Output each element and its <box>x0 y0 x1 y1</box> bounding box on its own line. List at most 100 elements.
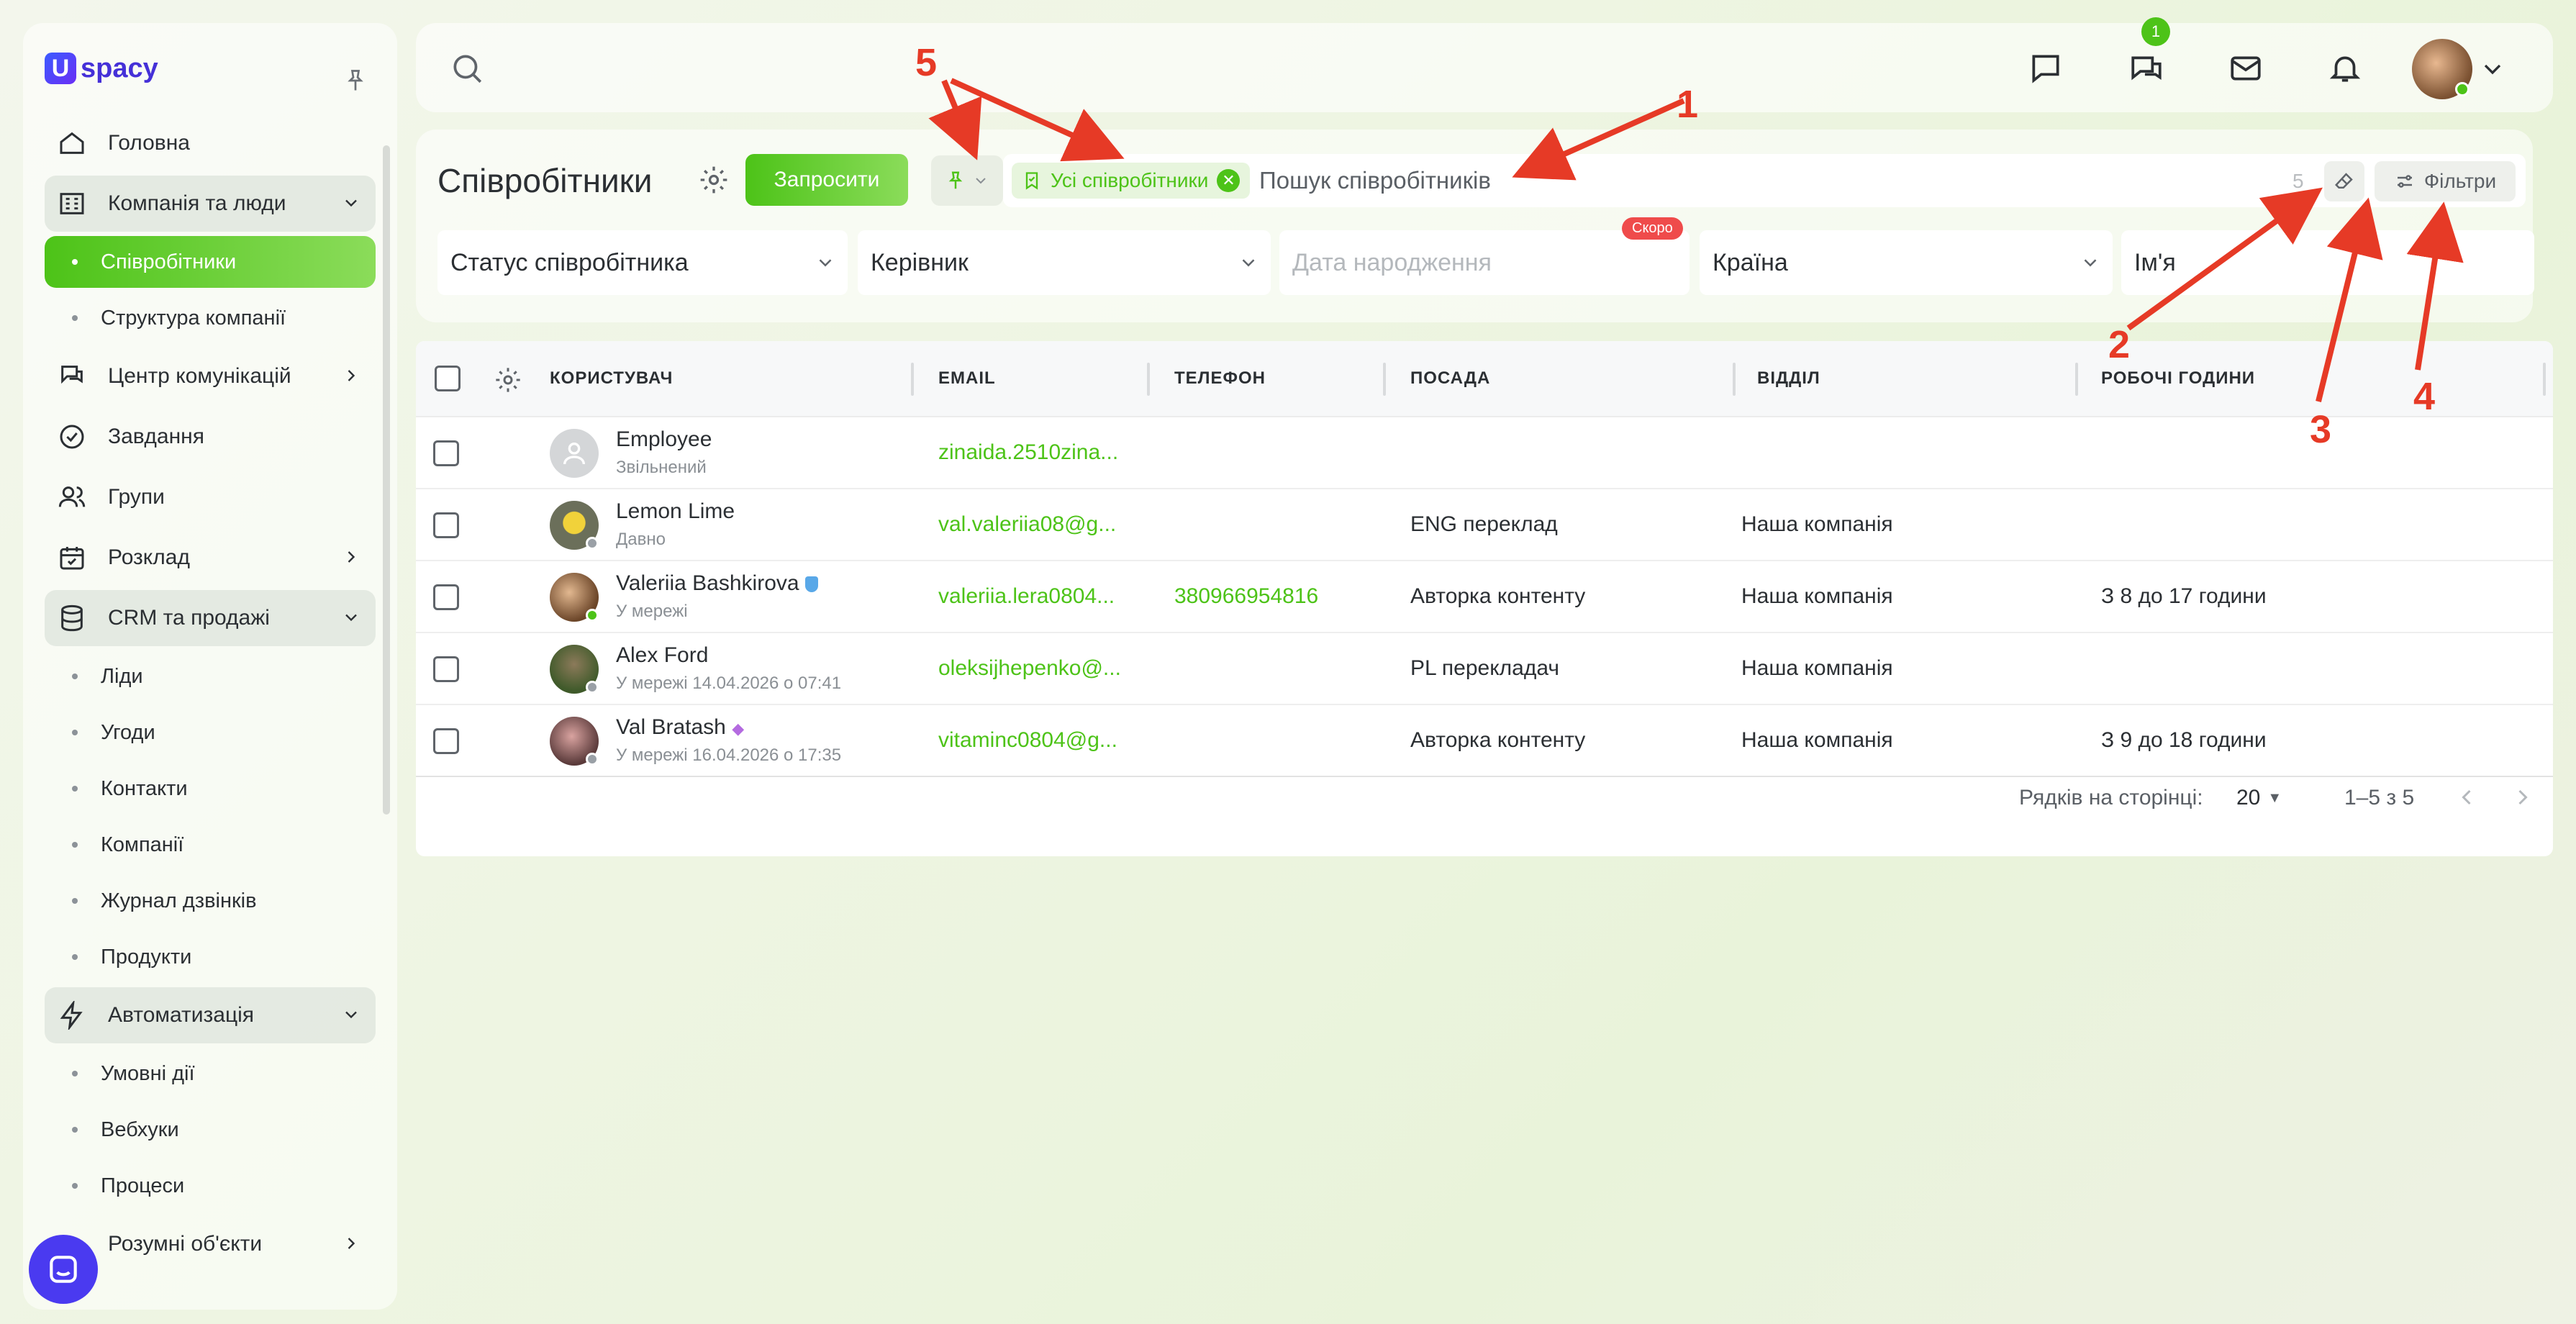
status-select[interactable]: Статус співробітника <box>437 230 848 295</box>
sidebar-item-employees[interactable]: Співробітники <box>45 236 376 288</box>
support-chat-button[interactable] <box>29 1235 98 1304</box>
clear-filters-button[interactable] <box>2324 161 2364 201</box>
sidebar-item-home[interactable]: Головна <box>45 115 376 171</box>
user-name[interactable]: Lemon Lime <box>616 499 735 524</box>
row-checkbox[interactable] <box>433 584 459 610</box>
email-cell[interactable]: val.valeriia08@g... <box>938 512 1116 537</box>
sidebar-item-label: Головна <box>108 131 190 155</box>
chevron-right-icon <box>348 1238 355 1249</box>
employee-search-box[interactable]: Усі співробітники ✕ 5 Фільтри <box>1003 154 2526 207</box>
building-icon <box>56 188 88 219</box>
sidebar-item-leads[interactable]: Ліди <box>45 650 376 702</box>
chevron-right-icon[interactable] <box>2510 784 2536 810</box>
app-logo[interactable]: U spacy <box>45 43 376 94</box>
sidebar-item-communication-center[interactable]: Центр комунікацій <box>45 348 376 404</box>
column-resizer[interactable] <box>2075 363 2078 396</box>
chevron-down-icon[interactable] <box>2478 55 2507 83</box>
sidebar-item-schedule[interactable]: Розклад <box>45 530 376 586</box>
table-row[interactable]: Lemon Lime Давно val.valeriia08@g... ENG… <box>416 489 2553 561</box>
column-header-department[interactable]: ВІДДІЛ <box>1757 368 1820 389</box>
invite-button[interactable]: Запросити <box>745 154 908 206</box>
country-select[interactable]: Країна <box>1700 230 2113 295</box>
sidebar-item-automation[interactable]: Автоматизація <box>45 987 376 1043</box>
birthdate-placeholder: Дата народження <box>1292 248 1492 276</box>
sidebar-scrollbar[interactable] <box>383 145 390 815</box>
sidebar-item-deals[interactable]: Угоди <box>45 707 376 758</box>
filters-button[interactable]: Фільтри <box>2375 161 2516 201</box>
column-resizer[interactable] <box>1383 363 1386 396</box>
sidebar-item-products[interactable]: Продукти <box>45 931 376 983</box>
bell-icon[interactable] <box>2327 50 2363 86</box>
calendar-icon <box>56 542 88 573</box>
sidebar-item-crm[interactable]: CRM та продажі <box>45 590 376 646</box>
column-header-user[interactable]: КОРИСТУВАЧ <box>550 368 673 389</box>
coming-soon-badge: Скоро <box>1622 217 1683 240</box>
column-header-phone[interactable]: ТЕЛЕФОН <box>1174 368 1266 389</box>
table-row[interactable]: Valeriia Bashkirova У мережі valeriia.le… <box>416 561 2553 633</box>
table-row[interactable]: Employee Звільнений zinaida.2510zina... <box>416 417 2553 489</box>
select-all-checkbox[interactable] <box>435 366 461 391</box>
gear-icon[interactable] <box>494 366 522 394</box>
name-field-label: Ім'я <box>2134 248 2176 276</box>
sidebar-item-company-structure[interactable]: Структура компанії <box>45 292 376 344</box>
manager-select[interactable]: Керівник <box>858 230 1271 295</box>
chats-icon[interactable] <box>2128 50 2164 86</box>
sidebar-item-call-log[interactable]: Журнал дзвінків <box>45 875 376 927</box>
sidebar-item-label: Компанії <box>101 833 184 856</box>
top-bar <box>416 23 2553 112</box>
sidebar-item-processes[interactable]: Процеси <box>45 1160 376 1212</box>
row-checkbox[interactable] <box>433 656 459 682</box>
pin-sidebar-icon[interactable] <box>343 68 368 94</box>
column-resizer[interactable] <box>2543 363 2546 396</box>
column-resizer[interactable] <box>1733 363 1736 396</box>
sidebar-item-tasks[interactable]: Завдання <box>45 409 376 465</box>
user-name-text: Valeriia Bashkirova <box>616 571 799 595</box>
chip-label: Усі співробітники <box>1051 169 1209 191</box>
table-header: КОРИСТУВАЧ EMAIL ТЕЛЕФОН ПОСАДА ВІДДІЛ Р… <box>416 341 2553 417</box>
email-cell[interactable]: oleksijhepenko@... <box>938 656 1121 681</box>
name-field[interactable]: Ім'я <box>2121 230 2534 295</box>
rows-per-page-value: 20 <box>2236 786 2261 810</box>
position-cell: ENG переклад <box>1410 512 1558 536</box>
chevron-left-icon[interactable] <box>2454 784 2480 810</box>
sidebar-item-label: Компанія та люди <box>108 191 286 215</box>
verified-shield-icon <box>804 576 818 593</box>
message-icon[interactable] <box>2028 50 2064 86</box>
email-cell[interactable]: valeriia.lera0804... <box>938 584 1115 609</box>
sidebar-item-groups[interactable]: Групи <box>45 469 376 525</box>
sidebar-item-webhooks[interactable]: Вебхуки <box>45 1104 376 1156</box>
column-resizer[interactable] <box>1147 363 1150 396</box>
user-name[interactable]: Employee <box>616 427 712 452</box>
user-placeholder-icon <box>563 443 585 465</box>
sidebar-item-company-people[interactable]: Компанія та люди <box>45 176 376 232</box>
preset-filter-chip[interactable]: Усі співробітники ✕ <box>1012 163 1251 199</box>
search-icon[interactable] <box>449 50 485 86</box>
sliders-icon <box>2397 175 2412 188</box>
rows-per-page-select[interactable]: 20 ▼ <box>2236 780 2301 816</box>
table-row[interactable]: Alex Ford У мережі 14.04.2026 о 07:41 ol… <box>416 633 2553 705</box>
pinned-filters-button[interactable] <box>931 155 1003 206</box>
user-name[interactable]: Val Bratash ◆ <box>616 715 744 740</box>
column-resizer[interactable] <box>911 363 914 396</box>
sidebar-item-label: Розумні об'єкти <box>108 1232 263 1256</box>
gear-icon[interactable] <box>698 164 730 196</box>
mail-icon[interactable] <box>2228 50 2264 86</box>
sidebar-item-conditional-actions[interactable]: Умовні дії <box>45 1048 376 1099</box>
row-checkbox[interactable] <box>433 512 459 538</box>
close-icon[interactable]: ✕ <box>1217 169 1241 192</box>
column-header-position[interactable]: ПОСАДА <box>1410 368 1490 389</box>
phone-cell[interactable]: 380966954816 <box>1174 584 1318 609</box>
sidebar-item-contacts[interactable]: Контакти <box>45 763 376 815</box>
pagination: Рядків на сторінці: 20 ▼ 1–5 з 5 <box>416 758 2553 838</box>
column-header-work-hours[interactable]: РОБОЧІ ГОДИНИ <box>2101 368 2255 389</box>
column-header-email[interactable]: EMAIL <box>938 368 996 389</box>
user-name[interactable]: Valeriia Bashkirova <box>616 571 818 596</box>
email-cell[interactable]: vitaminc0804@g... <box>938 728 1117 753</box>
search-input[interactable] <box>1259 164 2267 197</box>
row-checkbox[interactable] <box>433 728 459 754</box>
row-checkbox[interactable] <box>433 440 459 466</box>
email-cell[interactable]: zinaida.2510zina... <box>938 440 1118 465</box>
department-cell: Наша компанія <box>1741 584 1893 608</box>
user-name[interactable]: Alex Ford <box>616 643 708 668</box>
sidebar-item-companies[interactable]: Компанії <box>45 819 376 871</box>
